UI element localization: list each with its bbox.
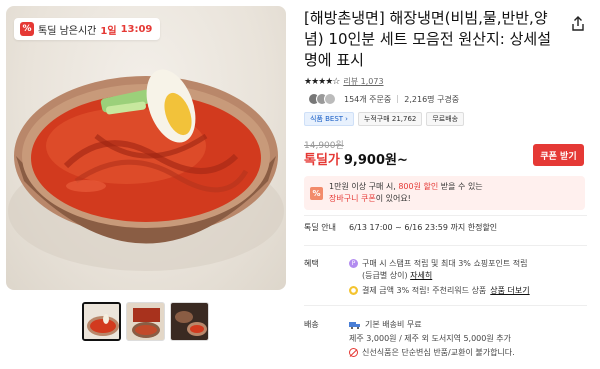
benefit-reward: ● 결제 금액 3% 적립! 주천리워드 상품 상품 더보기 bbox=[349, 285, 530, 297]
tag-row: 식품 BEST › 누적구매 21,762 무료배송 bbox=[304, 112, 465, 126]
benefit-detail-link[interactable]: 자세히 bbox=[410, 271, 432, 280]
thumbnail-list bbox=[82, 302, 209, 341]
tag-food-best[interactable]: 식품 BEST › bbox=[304, 112, 354, 126]
thumbnail-2-image bbox=[127, 303, 164, 340]
orders-count: 154개 주문중 bbox=[344, 94, 392, 104]
divider bbox=[304, 305, 587, 306]
benefit-stamp-text: 구매 시 스탬프 적립 및 최대 3% 쇼핑포인트 적립 bbox=[362, 259, 528, 268]
thumbnail-1[interactable] bbox=[82, 302, 121, 341]
avatar bbox=[324, 93, 336, 105]
benefit-reward-text: 결제 금액 3% 적립! 주천리워드 상품 bbox=[362, 286, 487, 295]
point-coin-icon: P bbox=[349, 259, 358, 268]
sale-info-value: 6/13 17:00 ~ 6/16 23:59 까지 한정할인 bbox=[349, 223, 498, 232]
promo-discount: 800원 할인 bbox=[398, 182, 439, 191]
thumbnail-2[interactable] bbox=[126, 302, 165, 341]
buyers-row: 154개 주문중 2,216명 구경중 bbox=[308, 93, 459, 105]
divider bbox=[304, 215, 587, 216]
chevron-right-icon: › bbox=[345, 115, 348, 123]
timer-time: 13:09 bbox=[120, 23, 153, 35]
benefit-stamp-sub: (등급별 상이) bbox=[362, 271, 408, 280]
timer-days: 1일 bbox=[100, 25, 117, 37]
benefit-label: 혜택 bbox=[304, 259, 319, 268]
shipping-label: 배송 bbox=[304, 320, 319, 329]
divider bbox=[304, 245, 587, 246]
review-count: 1,073 bbox=[360, 77, 384, 86]
shipping-extra: 제주 3,000원 / 제주 외 도서지역 5,000원 추가 bbox=[349, 333, 511, 344]
promo-line1-post: 받을 수 있는 bbox=[438, 182, 483, 191]
shipping-notice-text: 신선식품은 단순변심 반품/교환이 불가합니다. bbox=[362, 348, 515, 357]
sale-price: 9,900원~ bbox=[343, 153, 408, 168]
truck-icon bbox=[349, 321, 360, 329]
promo-text: 1만원 이상 구매 시, 800원 할인 받을 수 있는 장바구니 쿠폰이 있어… bbox=[329, 181, 483, 205]
shipping-fee-text: 기본 배송비 무료 bbox=[365, 320, 422, 329]
shipping-extra-text: 제주 3,000원 / 제주 외 도서지역 5,000원 추가 bbox=[349, 334, 511, 343]
rating-row: ★★★★☆ 리뷰 1,073 bbox=[304, 76, 384, 87]
more-products-link[interactable]: 상품 더보기 bbox=[490, 285, 529, 297]
benefit-stamp: P 구매 시 스탬프 적립 및 최대 3% 쇼핑포인트 적립 (등급별 상이) … bbox=[349, 258, 528, 282]
deal-timer-badge: % 톡딜 남은시간 1일 13:09 bbox=[14, 18, 161, 40]
review-link[interactable]: 리뷰 1,073 bbox=[343, 76, 383, 87]
thumbnail-1-image bbox=[84, 304, 119, 339]
tag-label: 식품 BEST bbox=[310, 115, 344, 123]
timer-label: 톡딜 남은시간 bbox=[38, 25, 97, 37]
get-coupon-button[interactable]: 쿠폰 받기 bbox=[533, 144, 584, 166]
product-main-image: % 톡딜 남은시간 1일 13:09 bbox=[6, 6, 286, 290]
star-rating-icon: ★★★★☆ bbox=[304, 76, 340, 87]
thumbnail-3[interactable] bbox=[170, 302, 209, 341]
naengmyeon-bowl-illustration bbox=[8, 69, 284, 271]
viewers-count: 2,216명 구경중 bbox=[404, 94, 460, 104]
discount-icon: % bbox=[20, 22, 34, 36]
share-button[interactable] bbox=[566, 12, 590, 36]
coupon-percent-icon: % bbox=[310, 186, 323, 200]
price-label: 톡딜가 bbox=[304, 153, 340, 168]
promo-line1-pre: 1만원 이상 구매 시, bbox=[329, 182, 399, 191]
price-row: 톡딜가 9,900원~ bbox=[304, 149, 408, 168]
cart-coupon-banner[interactable]: % 1만원 이상 구매 시, 800원 할인 받을 수 있는 장바구니 쿠폰이 … bbox=[304, 176, 585, 210]
no-return-icon bbox=[349, 348, 358, 357]
review-label: 리뷰 bbox=[343, 77, 359, 86]
buyer-avatars bbox=[308, 93, 336, 105]
shipping-fee: 기본 배송비 무료 bbox=[349, 319, 422, 330]
shipping-notice: 신선식품은 단순변심 반품/교환이 불가합니다. bbox=[349, 347, 515, 358]
product-title: [해방촌냉면] 해장냉면(비빔,물,반반,양념) 10인분 세트 모음전 원산지… bbox=[304, 9, 552, 69]
promo-line2-post: 이 있어요! bbox=[375, 194, 411, 203]
share-icon bbox=[572, 16, 584, 31]
reward-coin-icon: ● bbox=[349, 286, 358, 295]
tag-free-shipping: 무료배송 bbox=[426, 112, 465, 126]
sale-info-label: 톡딜 안내 bbox=[304, 223, 336, 232]
promo-cart-coupon: 장바구니 쿠폰 bbox=[329, 194, 376, 203]
divider bbox=[397, 95, 399, 103]
tag-cumulative-purchase: 누적구매 21,762 bbox=[357, 112, 423, 126]
thumbnail-3-image bbox=[171, 303, 208, 340]
